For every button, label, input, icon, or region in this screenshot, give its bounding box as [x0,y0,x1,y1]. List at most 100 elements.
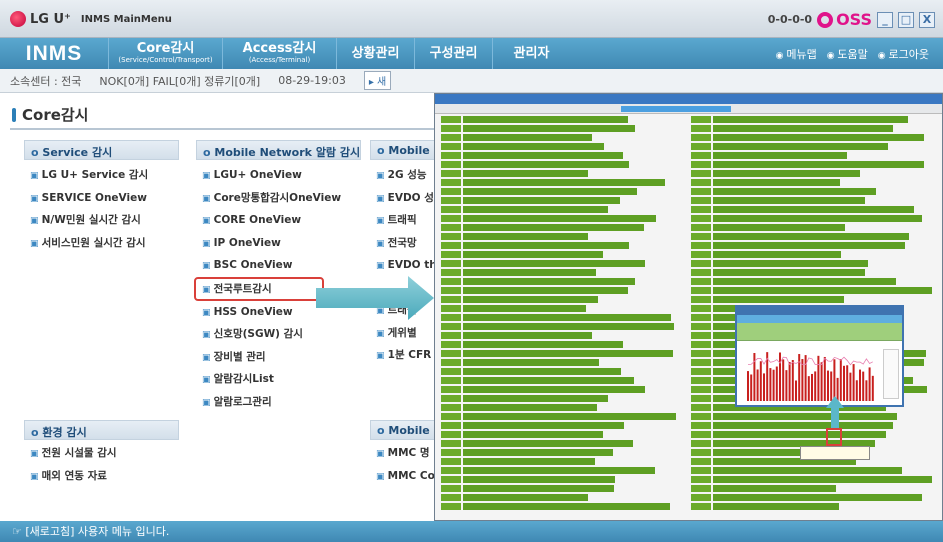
menu-link[interactable]: N/W민원 실시간 감시 [24,209,179,232]
route-row [689,277,941,286]
menu-link[interactable]: Core망통합감시OneView [196,187,361,210]
popup-chart-bar [833,359,836,401]
nav-admin[interactable]: 관리자 [492,38,570,69]
nav-item-label: 관리자 [513,45,550,61]
group-header: 환경 감시 [24,420,179,440]
oss-logo: OSS [817,10,872,29]
menu-link[interactable]: EVDO th [370,254,434,277]
menu-link[interactable]: IP OneView [196,232,361,255]
route-row-label [691,260,711,267]
minimize-button[interactable]: _ [877,11,893,28]
close-button[interactable]: X [919,11,935,28]
route-row [439,484,683,493]
nav-brand[interactable]: INMS [0,38,108,69]
maximize-button[interactable]: □ [898,11,914,28]
menu-link[interactable]: 장비별 관리 [196,346,361,369]
nav-situation-management[interactable]: 상황관리 [336,38,414,69]
nav-core-monitoring[interactable]: Core감시 (Service/Control/Transport) [108,38,222,69]
route-row-bar [463,422,624,429]
route-row-bar [713,215,922,222]
menu-link[interactable]: BSC OneView [196,254,361,277]
menu-link[interactable]: MMC Co [370,465,434,488]
menu-link[interactable]: 매외 연동 자료 [24,465,179,488]
route-row-bar [713,485,836,492]
menu-link[interactable]: SERVICE OneView [24,187,179,210]
help-link[interactable]: 도움말 [827,46,867,62]
route-row [439,457,683,466]
menu-map-link[interactable]: 메뉴맵 [776,46,816,62]
popup-chart-bar [795,380,797,401]
national-route-monitoring-link[interactable]: 전국루트감시 [194,276,324,301]
menu-link[interactable]: 알람로그관리 [196,391,361,414]
menu-link[interactable]: LGU+ OneView [196,164,361,187]
menu-link[interactable]: 1분 CFR [370,344,434,367]
chart-popup [735,305,904,407]
route-row [689,295,941,304]
route-row-label [691,287,711,294]
popup-chart-bar [775,366,778,401]
route-row-label [441,224,461,231]
menu-link[interactable]: 트래픽 [370,209,434,232]
menu-link[interactable]: 알람감시List [196,368,361,391]
route-row-bar [463,161,629,168]
route-row [689,115,941,124]
route-row-label [691,134,711,141]
menu-link[interactable]: 서비스민원 실시간 감시 [24,232,179,255]
route-row-bar [463,134,592,141]
popup-legend [883,349,899,399]
menu-link[interactable]: 2G 성능 [370,164,434,187]
center-label: 소속센터 : 전국 [10,74,82,88]
popup-chart-bar [862,371,865,401]
logout-link[interactable]: 로그아웃 [878,46,929,62]
route-grid-left [439,115,683,520]
route-row-bar [463,494,588,501]
menu-link[interactable]: 게위별 [370,322,434,345]
route-row-bar [463,485,614,492]
version-label: 0-0-0-0 [767,13,813,26]
route-row [439,295,683,304]
refresh-button[interactable]: ▸ 새 [363,71,392,90]
route-row [439,493,683,502]
route-row [689,502,941,511]
menu-link[interactable]: MMC 명 [370,442,434,465]
route-row-bar [713,269,865,276]
route-row [439,385,683,394]
route-row-bar [713,170,860,177]
route-row [439,205,683,214]
menu-link[interactable]: LG U+ Service 감시 [24,164,179,187]
popup-table [737,323,902,341]
route-row-bar [713,116,908,123]
route-row [439,214,683,223]
route-row [689,205,941,214]
popup-chart-bar [817,355,820,401]
route-row [439,394,683,403]
route-row-label [441,341,461,348]
route-row-bar [463,269,596,276]
service-monitoring-group: Service 감시 LG U+ Service 감시 SERVICE OneV… [24,140,179,254]
menu-link[interactable]: 전원 시설물 감시 [24,442,179,465]
route-row-label [441,503,461,510]
route-row-bar [713,206,914,213]
nav-configuration-management[interactable]: 구성관리 [414,38,492,69]
menu-link[interactable]: 신호망(SGW) 감시 [196,323,361,346]
route-row-bar [463,440,633,447]
popup-chart-bar [820,362,823,401]
route-row-label [441,359,461,366]
route-row-label [441,269,461,276]
route-row-label [441,413,461,420]
route-row-label [691,323,711,330]
menu-link[interactable]: 전국망 [370,232,434,255]
menu-link[interactable]: CORE OneView [196,209,361,232]
menu-link[interactable]: EVDO 성 [370,187,434,210]
route-row [689,151,941,160]
route-row [439,178,683,187]
page-title-text: Core감시 [22,106,89,124]
route-row-bar [713,296,844,303]
route-row-label [691,161,711,168]
route-row-label [441,242,461,249]
nav-access-monitoring[interactable]: Access감시 (Access/Terminal) [222,38,336,69]
route-row-label [691,305,711,312]
alarm-counts: NOK[0개] FAIL[0개] 정류기[0개] [99,74,261,88]
route-row [689,133,941,142]
route-row [439,322,683,331]
